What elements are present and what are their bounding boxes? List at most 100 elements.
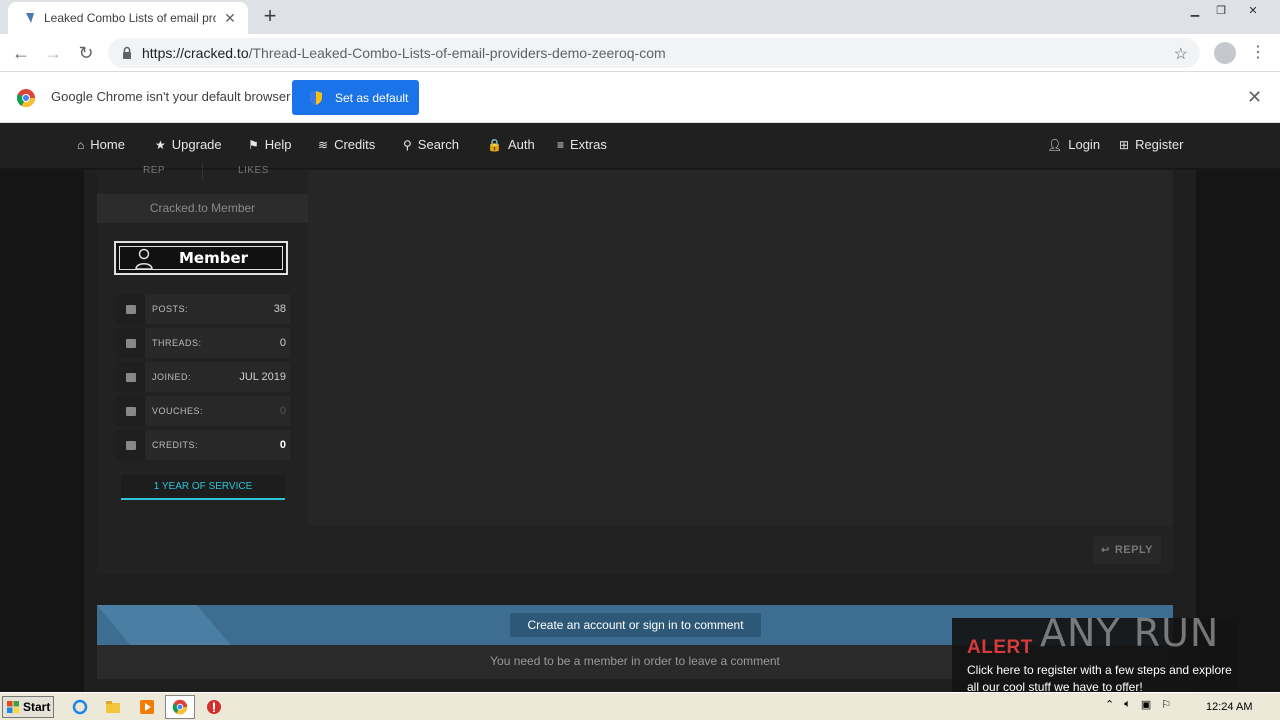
service-badge: 1 YEAR OF SERVICE (121, 475, 285, 500)
thumbs-up-icon (116, 396, 145, 426)
nav-extras[interactable]: ≡ Extras (557, 137, 607, 152)
alert-body: Click here to register with a few steps … (967, 663, 1232, 694)
tab-title: Leaked Combo Lists of email provider (44, 11, 216, 25)
site-favicon-icon (24, 12, 36, 24)
stat-value: 0 (279, 405, 286, 417)
browser-toolbar: ← → ↻ https://cracked.to/Thread-Leaked-C… (0, 34, 1280, 72)
nav-home[interactable]: ⌂ Home (77, 137, 125, 152)
volume-icon[interactable]: 🔈︎ (1124, 698, 1131, 711)
chrome-menu-icon[interactable]: ⋮ (1250, 42, 1266, 64)
nav-label: Upgrade (171, 137, 222, 152)
taskbar: Start ⌃ 🔈︎ ▣ ⚐ 12:24 AM (0, 692, 1280, 720)
site-navbar: ⌂ Home ★ Upgrade ⚑ Help ≋ Credits ⚲ Sear… (0, 123, 1280, 169)
nav-label: Help (264, 137, 292, 152)
tab-close-icon[interactable]: ✕ (222, 10, 238, 26)
lock-icon: 🔒 (487, 137, 502, 152)
stat-label: POSTS: (152, 304, 189, 314)
network-icon[interactable]: ▣ (1141, 698, 1151, 711)
nav-auth[interactable]: 🔒 Auth (487, 137, 535, 152)
browser-tab[interactable]: Leaked Combo Lists of email provider ✕ (8, 2, 248, 34)
address-bar[interactable]: https://cracked.to/Thread-Leaked-Combo-L… (108, 38, 1200, 68)
hamburger-icon: ≡ (557, 137, 565, 152)
search-icon: ⚲ (403, 137, 412, 152)
reply-button[interactable]: ↩ REPLY (1093, 536, 1161, 564)
nav-label: Credits (334, 137, 376, 152)
nav-register[interactable]: ⊞ Register (1119, 137, 1183, 152)
url-path: /Thread-Leaked-Combo-Lists-of-email-prov… (248, 45, 666, 61)
clock[interactable]: 12:24 AM (1206, 701, 1252, 713)
start-label: Start (23, 700, 51, 714)
stat-value: 0 (279, 337, 286, 349)
nav-upgrade[interactable]: ★ Upgrade (155, 137, 222, 152)
uac-shield-icon (310, 90, 322, 105)
stat-posts: POSTS: 38 (116, 294, 290, 324)
url-text: https://cracked.to/Thread-Leaked-Combo-L… (142, 45, 666, 61)
infobar-close-icon[interactable]: ✕ (1247, 87, 1262, 108)
likes-label: LIKES (238, 165, 269, 176)
new-tab-button[interactable]: + (258, 5, 282, 29)
member-badge: Member (114, 241, 288, 275)
post-footer (97, 526, 1173, 574)
rep-label: REP (143, 165, 166, 176)
infobar-message: Google Chrome isn't your default browser (51, 89, 291, 104)
reload-icon[interactable]: ↻ (75, 42, 97, 64)
comments-icon (116, 294, 145, 324)
stat-threads: THREADS: 0 (116, 328, 290, 358)
money-icon: ≋ (318, 137, 329, 152)
restore-button[interactable]: ❐ (1208, 0, 1234, 20)
forward-icon[interactable]: → (42, 42, 64, 64)
tray-expand-icon[interactable]: ⌃ (1105, 698, 1114, 711)
nav-search[interactable]: ⚲ Search (403, 137, 459, 152)
alert-title: ALERT (967, 637, 1033, 658)
minimize-button[interactable]: ▁ (1182, 0, 1208, 20)
stat-value: 38 (273, 303, 286, 315)
browser-titlebar: Leaked Combo Lists of email provider ✕ +… (0, 0, 1280, 34)
banner-stripe (97, 605, 231, 645)
nav-label: Home (90, 137, 125, 152)
user-title: Cracked.to Member (97, 194, 308, 223)
set-default-label: Set as default (335, 90, 409, 105)
media-player-icon[interactable] (138, 698, 156, 716)
chrome-logo-icon (16, 89, 35, 108)
create-account-button[interactable]: Create an account or sign in to comment (510, 613, 761, 637)
back-icon[interactable]: ← (10, 42, 32, 64)
user-icon: 👤︎ (1047, 137, 1063, 152)
nav-label: Auth (507, 137, 535, 152)
reply-label: REPLY (1114, 544, 1154, 556)
nav-label: Login (1068, 137, 1101, 152)
stat-label: THREADS: (152, 338, 202, 348)
ie-icon[interactable] (71, 698, 89, 716)
home-icon: ⌂ (77, 137, 85, 152)
stat-credits: CREDITS: 0 (116, 430, 290, 460)
badge-text: Member (179, 249, 249, 267)
start-button[interactable]: Start (2, 696, 54, 718)
nav-credits[interactable]: ≋ Credits (318, 137, 375, 152)
action-center-flag-icon[interactable]: ⚐ (1161, 698, 1171, 711)
window-close-button[interactable]: ✕ (1240, 0, 1266, 20)
nav-login[interactable]: 👤︎ Login (1047, 137, 1100, 152)
folder-icon[interactable] (104, 698, 122, 716)
user-outline-icon (135, 248, 153, 270)
nav-label: Extras (570, 137, 607, 152)
stat-value: 0 (279, 439, 286, 451)
rep-divider (202, 162, 203, 180)
nav-label: Search (417, 137, 459, 152)
stat-label: VOUCHES: (152, 406, 204, 416)
anyrun-watermark: ANY RUN (1040, 611, 1220, 655)
bookmark-star-icon[interactable]: ☆ (1174, 44, 1188, 64)
nav-help[interactable]: ⚑ Help (248, 137, 292, 152)
nav-label: Register (1135, 137, 1184, 152)
profile-avatar-icon[interactable] (1214, 42, 1236, 64)
lock-icon (123, 46, 131, 59)
book-icon (116, 328, 145, 358)
left-gutter (0, 170, 84, 692)
stop-icon[interactable] (205, 698, 223, 716)
set-default-button[interactable]: Set as default (292, 80, 419, 115)
default-browser-infobar: Google Chrome isn't your default browser… (0, 72, 1280, 123)
stat-joined: JOINED: JUL 2019 (116, 362, 290, 392)
chrome-taskbar-icon[interactable] (165, 695, 195, 719)
stat-label: CREDITS: (152, 440, 199, 450)
stat-vouches: VOUCHES: 0 (116, 396, 290, 426)
system-tray: ⌃ 🔈︎ ▣ ⚐ (1105, 698, 1171, 711)
plus-square-icon: ⊞ (1119, 137, 1130, 152)
